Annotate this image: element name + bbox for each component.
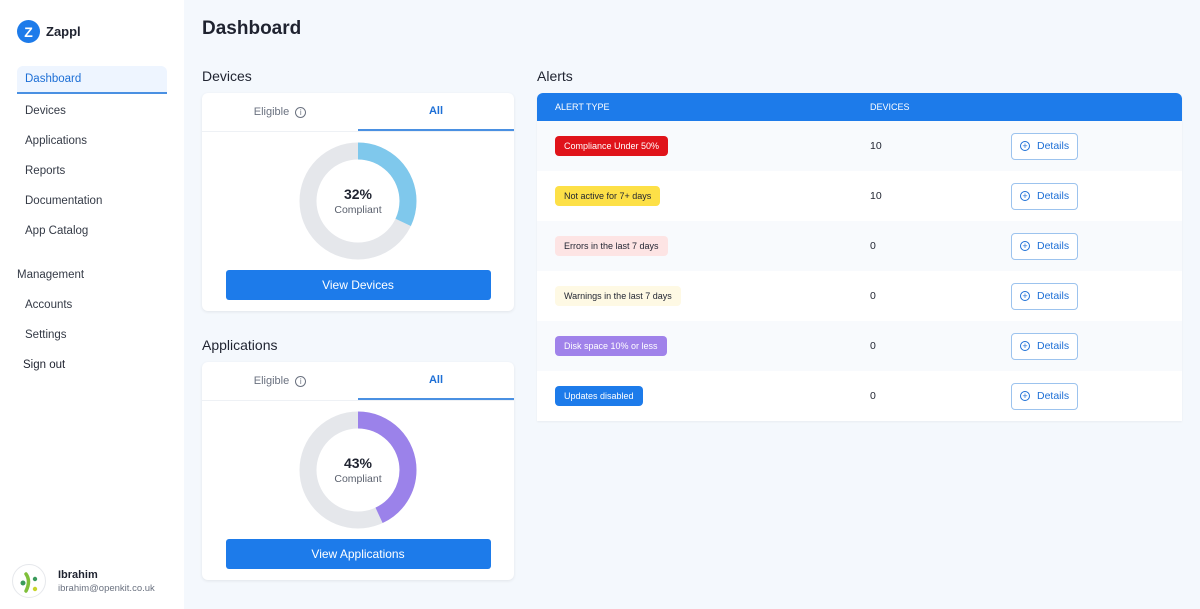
devices-donut-chart: 32% Compliant <box>299 142 417 260</box>
details-label: Details <box>1037 190 1070 202</box>
plus-circle-icon: + <box>1020 341 1030 351</box>
details-button[interactable]: + Details <box>1011 232 1079 260</box>
user-email: ibrahim@openkit.co.uk <box>58 582 155 594</box>
sidebar-item-documentation[interactable]: Documentation <box>17 186 167 216</box>
table-row: Not active for 7+ days 10 + Details <box>537 171 1182 221</box>
applications-section-title: Applications <box>202 337 278 353</box>
table-row: Warnings in the last 7 days 0 + Details <box>537 271 1182 321</box>
plus-circle-icon: + <box>1020 191 1030 201</box>
sidebar-item-reports[interactable]: Reports <box>17 156 167 186</box>
details-button[interactable]: + Details <box>1011 132 1079 160</box>
tab-devices-all[interactable]: All <box>358 93 514 131</box>
plus-circle-icon: + <box>1020 291 1030 301</box>
sidebar-item-app-catalog[interactable]: App Catalog <box>17 216 167 246</box>
details-label: Details <box>1037 340 1070 352</box>
sign-out-link[interactable]: Sign out <box>17 350 167 380</box>
view-devices-button[interactable]: View Devices <box>225 270 491 300</box>
alert-device-count: 0 <box>870 390 876 402</box>
avatar <box>12 564 46 598</box>
alert-device-count: 10 <box>870 140 882 152</box>
details-button[interactable]: + Details <box>1011 382 1079 410</box>
alert-device-count: 0 <box>870 240 876 252</box>
alerts-section-title: Alerts <box>537 68 573 84</box>
details-label: Details <box>1037 240 1070 252</box>
table-row: Updates disabled 0 + Details <box>537 371 1182 421</box>
alert-type-badge: Warnings in the last 7 days <box>555 286 681 306</box>
details-button[interactable]: + Details <box>1011 182 1079 210</box>
details-button[interactable]: + Details <box>1011 332 1079 360</box>
sidebar-item-dashboard[interactable]: Dashboard <box>17 66 167 94</box>
applications-card: Eligible i All 43% Compliant View Applic… <box>202 362 514 580</box>
devices-percent: 32% <box>343 186 373 202</box>
sidebar-item-devices[interactable]: Devices <box>17 96 167 126</box>
details-label: Details <box>1037 140 1070 152</box>
main-content: Dashboard Devices Eligible i All 32% Com… <box>184 0 1200 609</box>
user-name: Ibrahim <box>58 568 98 581</box>
tab-applications-all[interactable]: All <box>358 362 514 400</box>
page-title: Dashboard <box>202 18 302 39</box>
details-label: Details <box>1037 290 1070 302</box>
sidebar-section-management: Management <box>17 269 85 281</box>
alerts-table-body: Compliance Under 50% 10 + Details Not active… <box>537 121 1182 421</box>
applications-donut-chart: 43% Compliant <box>299 411 417 529</box>
tab-applications-eligible[interactable]: Eligible i <box>202 362 358 400</box>
info-icon[interactable]: i <box>295 375 307 387</box>
avatar-logo-icon <box>20 572 38 593</box>
table-row: Errors in the last 7 days 0 + Details <box>537 221 1182 271</box>
details-label: Details <box>1037 390 1070 402</box>
sidebar-item-applications[interactable]: Applications <box>17 126 167 156</box>
sidebar-item-accounts[interactable]: Accounts <box>17 290 167 320</box>
logo-icon: Z <box>17 20 40 43</box>
alert-type-badge: Compliance Under 50% <box>555 136 669 156</box>
alert-device-count: 10 <box>870 190 882 202</box>
table-row: Disk space 10% or less 0 + Details <box>537 321 1182 371</box>
alert-type-badge: Disk space 10% or less <box>555 336 667 356</box>
devices-caption: Compliant <box>334 204 382 216</box>
plus-circle-icon: + <box>1020 391 1030 401</box>
devices-card: Eligible i All 32% Compliant View Device… <box>202 93 514 311</box>
details-button[interactable]: + Details <box>1011 282 1079 310</box>
devices-tabs: Eligible i All <box>202 93 514 132</box>
applications-percent: 43% <box>343 455 373 471</box>
alert-type-badge: Errors in the last 7 days <box>555 236 668 256</box>
alert-type-badge: Updates disabled <box>555 386 643 406</box>
tab-label: Eligible <box>253 375 290 387</box>
user-profile[interactable]: Ibrahim ibrahim@openkit.co.uk <box>12 564 155 598</box>
alert-type-badge: Not active for 7+ days <box>555 186 661 206</box>
column-header-alert-type: ALERT TYPE <box>555 102 610 112</box>
devices-section-title: Devices <box>202 68 252 84</box>
plus-circle-icon: + <box>1020 141 1030 151</box>
view-applications-button[interactable]: View Applications <box>225 539 491 569</box>
alerts-table: ALERT TYPE DEVICES Compliance Under 50% 1… <box>537 93 1182 421</box>
info-icon[interactable]: i <box>295 106 307 118</box>
app-name: Zappl <box>46 24 81 39</box>
alert-device-count: 0 <box>870 290 876 302</box>
column-header-devices: DEVICES <box>870 102 910 112</box>
sidebar-nav: Dashboard Devices Applications Reports D… <box>17 66 167 380</box>
logo[interactable]: Z Zappl <box>17 20 81 43</box>
tab-label: Eligible <box>253 106 290 118</box>
tab-devices-eligible[interactable]: Eligible i <box>202 93 358 131</box>
applications-tabs: Eligible i All <box>202 362 514 401</box>
table-row: Compliance Under 50% 10 + Details <box>537 121 1182 171</box>
sidebar-item-settings[interactable]: Settings <box>17 320 167 350</box>
alert-device-count: 0 <box>870 340 876 352</box>
plus-circle-icon: + <box>1020 241 1030 251</box>
applications-caption: Compliant <box>334 473 382 485</box>
sidebar: Z Zappl Dashboard Devices Applications R… <box>0 0 184 609</box>
alerts-table-header: ALERT TYPE DEVICES <box>537 93 1182 121</box>
